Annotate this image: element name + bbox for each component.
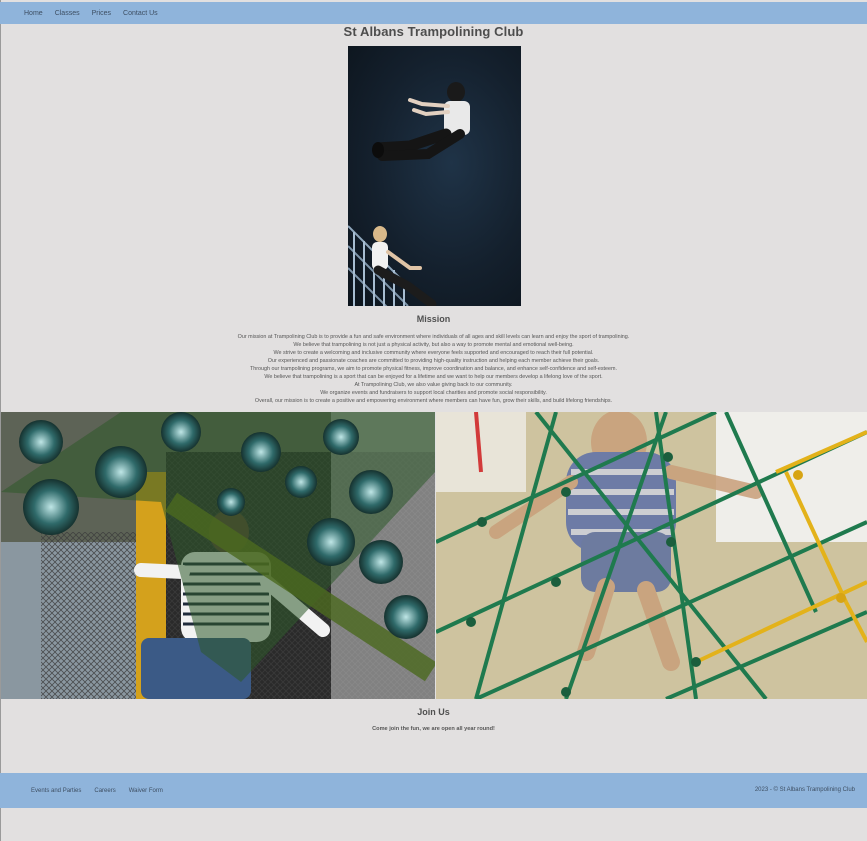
footer-events-link[interactable]: Events and Parties (31, 788, 81, 794)
join-text: Come join the fun, we are open all year … (372, 726, 495, 732)
mission-paragraph: Our mission at Trampolining Club is to p… (0, 333, 867, 405)
footer-waiver-link[interactable]: Waiver Form (129, 788, 163, 794)
footer-copyright: 2023 - © St Albans Trampolining Club (754, 787, 855, 793)
nav-classes-link[interactable]: Classes (55, 10, 80, 17)
nav-contact-link[interactable]: Contact Us (123, 10, 158, 17)
footer-careers-link[interactable]: Careers (94, 788, 115, 794)
mission-line: We believe that trampolining is a sport … (264, 374, 603, 380)
jumper-figure (372, 82, 470, 161)
page-title: St Albans Trampolining Club (343, 24, 524, 39)
girl-playground-photo (1, 412, 435, 699)
mission-line: Through our trampolining programs, we ai… (249, 366, 618, 372)
mission-heading: Mission (416, 314, 451, 324)
hero-trampoline-photo (348, 46, 521, 306)
mission-line: We strive to create a welcoming and incl… (273, 350, 594, 356)
mission-line: Overall, our mission is to create a posi… (254, 398, 613, 404)
girl-playground-illustration (1, 412, 435, 699)
mission-line: We believe that trampolining is not just… (293, 342, 574, 348)
join-heading: Join Us (417, 707, 450, 717)
footer: Events and Parties Careers Waiver Form 2… (0, 773, 867, 808)
mission-line: Our experienced and passionate coaches a… (267, 358, 600, 364)
mission-line: Our mission at Trampolining Club is to p… (237, 334, 630, 340)
nav-home-link[interactable]: Home (24, 10, 43, 17)
hero-photo-illustration (348, 82, 470, 306)
mission-line: At Trampolining Club, we also value givi… (354, 382, 513, 388)
boy-net-photo (436, 412, 867, 699)
boy-net-illustration (436, 412, 867, 699)
nav-prices-link[interactable]: Prices (92, 10, 111, 17)
top-navigation: Home Classes Prices Contact Us (0, 2, 867, 24)
mission-line: We organize events and fundraisers to su… (320, 390, 547, 396)
spotter-figure (372, 226, 437, 306)
